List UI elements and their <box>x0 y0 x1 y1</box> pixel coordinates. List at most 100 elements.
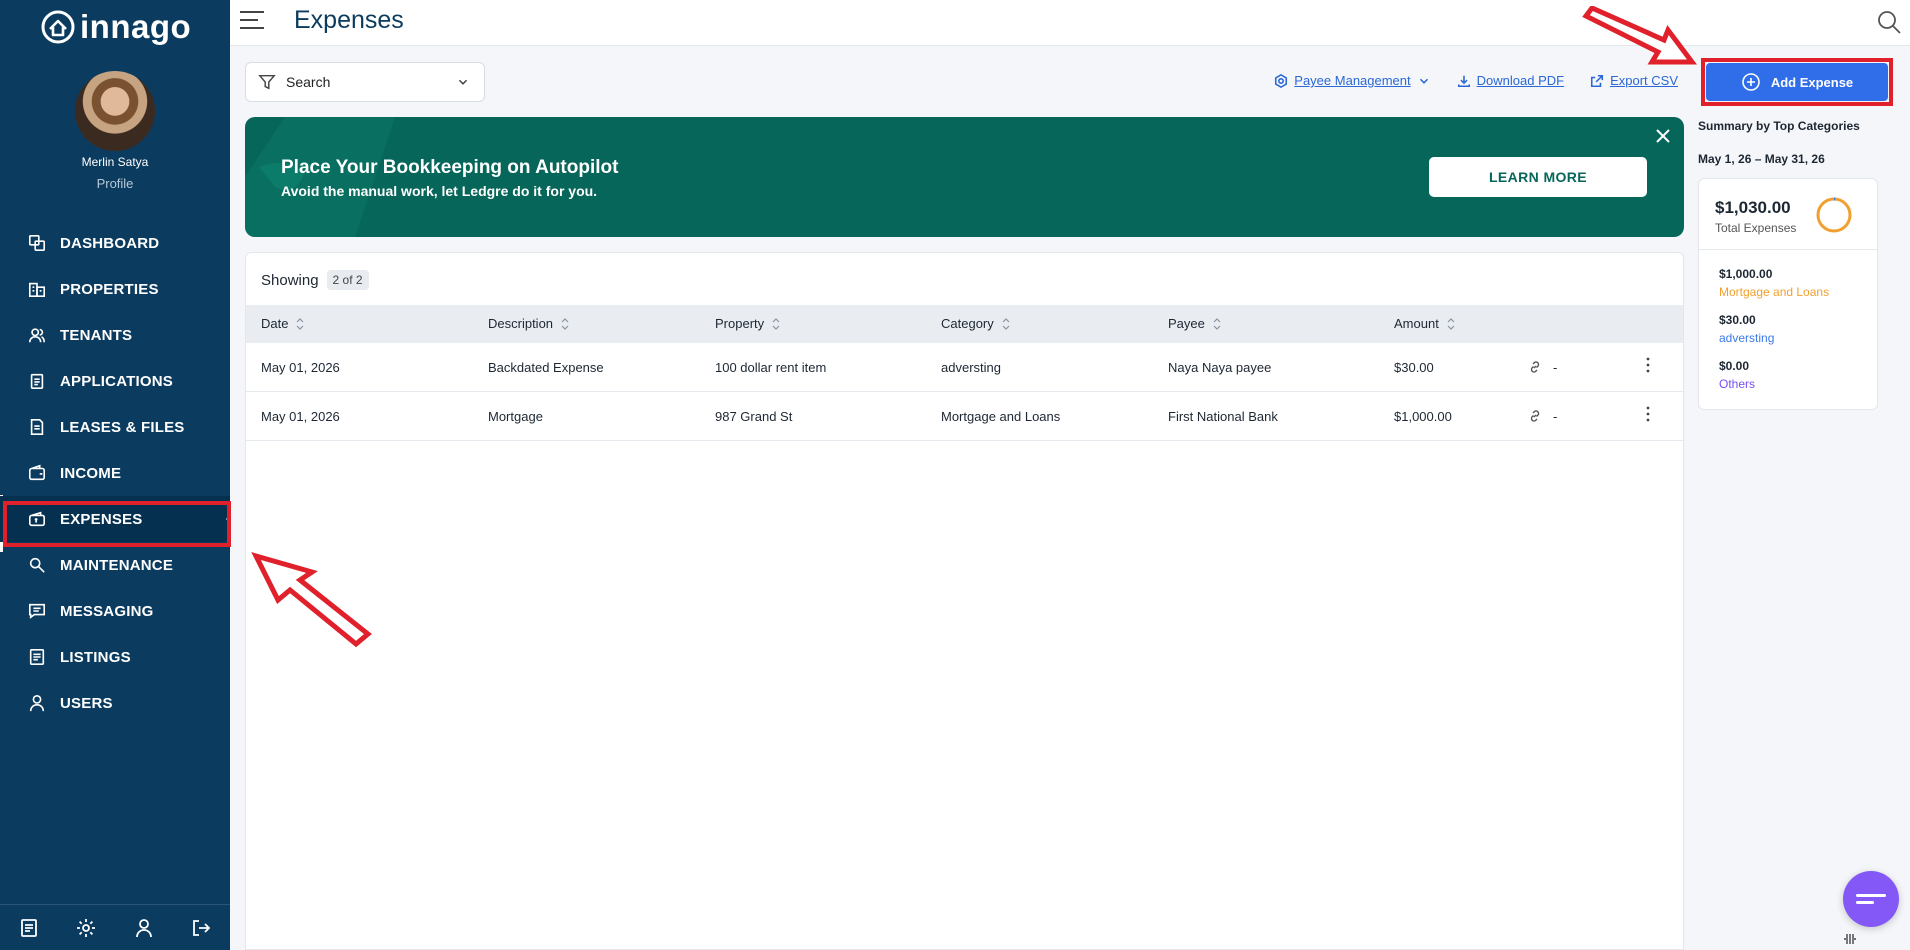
sidebar-item-label: MAINTENANCE <box>60 556 174 574</box>
logo-text: innago <box>80 8 192 45</box>
search-icon[interactable] <box>1876 9 1902 35</box>
table-row[interactable]: May 01, 2026 Backdated Expense 100 dolla… <box>246 343 1683 392</box>
clipboard-icon <box>30 373 44 390</box>
dashboard-icon <box>28 234 46 252</box>
sidebar-item-label: DASHBOARD <box>60 234 160 252</box>
sidebar-item-leases-files[interactable]: LEASES & FILES <box>0 404 230 450</box>
file-icon <box>30 418 44 436</box>
more-vertical-icon[interactable] <box>1645 406 1651 422</box>
sidebar-item-label: EXPENSES <box>60 510 143 528</box>
home-logo-icon <box>41 10 75 44</box>
download-pdf-link[interactable]: Download PDF <box>1457 73 1564 88</box>
cell-property: 100 dollar rent item <box>715 360 827 375</box>
cell-category: Mortgage and Loans <box>941 409 1061 424</box>
summary-item-amount: $1,000.00 <box>1719 267 1773 281</box>
close-icon[interactable] <box>1654 127 1672 145</box>
summary-heading: Summary by Top Categories <box>1698 119 1860 133</box>
sidebar-item-label: USERS <box>60 694 113 712</box>
summary-item: $1,000.00 Mortgage and Loans <box>1719 267 1829 299</box>
account-icon[interactable] <box>134 918 154 938</box>
summary-item-amount: $30.00 <box>1719 313 1756 327</box>
summary-card: $1,030.00 Total Expenses $1,000.00 Mortg… <box>1698 178 1878 410</box>
page-title: Expenses <box>294 6 404 34</box>
sidebar-item-users[interactable]: USERS <box>0 680 230 726</box>
sidebar-item-dashboard[interactable]: DASHBOARD <box>0 220 230 266</box>
column-header-property[interactable]: Property <box>715 316 780 331</box>
expenses-table-panel: Showing 2 of 2 Date Description Property… <box>245 252 1684 950</box>
more-vertical-icon[interactable] <box>1645 357 1651 373</box>
column-header-payee[interactable]: Payee <box>1168 316 1221 331</box>
column-label: Property <box>715 316 765 331</box>
sidebar-item-maintenance[interactable]: MAINTENANCE <box>0 542 230 588</box>
learn-more-button[interactable]: LEARN MORE <box>1429 157 1647 197</box>
sidebar: innago Merlin Satya Profile DASHBOARD PR… <box>0 0 231 950</box>
logout-icon[interactable] <box>191 918 211 938</box>
sort-icon <box>1213 317 1221 330</box>
sort-icon <box>1002 317 1010 330</box>
showing-label: Showing <box>261 271 319 289</box>
avatar[interactable] <box>75 71 155 151</box>
promo-banner: Place Your Bookkeeping on Autopilot Avoi… <box>245 117 1684 237</box>
summary-divider <box>1699 249 1877 250</box>
column-header-date[interactable]: Date <box>261 316 304 331</box>
column-header-category[interactable]: Category <box>941 316 1010 331</box>
cell-amount: $1,000.00 <box>1394 409 1452 424</box>
sidebar-item-label: LISTINGS <box>60 648 131 666</box>
wallet-icon <box>28 464 46 481</box>
cell-link-value: - <box>1553 409 1558 424</box>
sidebar-item-expenses[interactable]: EXPENSES <box>0 496 230 542</box>
profile-link[interactable]: Profile <box>0 176 230 191</box>
total-expenses-value: $1,030.00 <box>1715 198 1791 217</box>
sort-icon <box>1447 317 1455 330</box>
resize-handle-icon[interactable] <box>1842 932 1858 946</box>
top-header: Expenses <box>230 0 1910 46</box>
add-expense-button[interactable]: Add Expense <box>1706 63 1888 101</box>
link-icon[interactable] <box>1527 408 1543 424</box>
cell-date: May 01, 2026 <box>261 409 340 424</box>
sidebar-item-income[interactable]: INCOME <box>0 450 230 496</box>
summary-item-amount: $0.00 <box>1719 359 1750 373</box>
search-label: Search <box>286 74 331 90</box>
list-icon <box>29 648 45 666</box>
sidebar-item-tenants[interactable]: TENANTS <box>0 312 230 358</box>
download-pdf-label: Download PDF <box>1476 73 1565 88</box>
chevron-down-icon <box>458 79 468 85</box>
filter-icon <box>258 74 276 90</box>
sidebar-nav: DASHBOARD PROPERTIES TENANTS APPLICATION… <box>0 220 230 726</box>
column-header-description[interactable]: Description <box>488 316 569 331</box>
cell-payee: Naya Naya payee <box>1168 360 1272 375</box>
sort-icon <box>297 317 304 330</box>
donut-chart-icon <box>1816 197 1852 233</box>
sidebar-footer <box>0 904 230 950</box>
sidebar-item-listings[interactable]: LISTINGS <box>0 634 230 680</box>
cell-category: adversting <box>941 360 1001 375</box>
column-header-amount[interactable]: Amount <box>1394 316 1455 331</box>
link-icon[interactable] <box>1527 359 1543 375</box>
building-icon <box>28 282 46 298</box>
summary-item-category: adversting <box>1719 331 1775 345</box>
innago-logo[interactable]: innago <box>40 8 191 46</box>
sidebar-item-properties[interactable]: PROPERTIES <box>0 266 230 312</box>
users-icon <box>28 328 46 343</box>
search-filter-dropdown[interactable]: Search <box>245 62 485 102</box>
table-row[interactable]: May 01, 2026 Mortgage 987 Grand St Mortg… <box>246 392 1683 441</box>
table-header: Date Description Property Category Payee… <box>246 305 1683 343</box>
sidebar-item-label: MESSAGING <box>60 602 154 620</box>
notes-icon[interactable] <box>19 918 39 938</box>
sidebar-item-applications[interactable]: APPLICATIONS <box>0 358 230 404</box>
chat-button[interactable] <box>1843 871 1899 927</box>
payee-management-link[interactable]: Payee Management <box>1274 73 1430 88</box>
sidebar-item-messaging[interactable]: MESSAGING <box>0 588 230 634</box>
menu-toggle-icon[interactable] <box>240 11 264 31</box>
gear-icon[interactable] <box>76 918 96 938</box>
column-label: Date <box>261 316 289 331</box>
export-icon <box>1591 74 1604 87</box>
sidebar-item-label: LEASES & FILES <box>60 418 185 436</box>
message-icon <box>28 603 46 619</box>
showing-count: Showing 2 of 2 <box>261 270 369 290</box>
download-icon <box>1457 75 1470 87</box>
cell-payee: First National Bank <box>1168 409 1278 424</box>
summary-item-category: Others <box>1719 377 1756 391</box>
export-csv-link[interactable]: Export CSV <box>1590 73 1678 88</box>
cell-description: Backdated Expense <box>488 360 604 375</box>
